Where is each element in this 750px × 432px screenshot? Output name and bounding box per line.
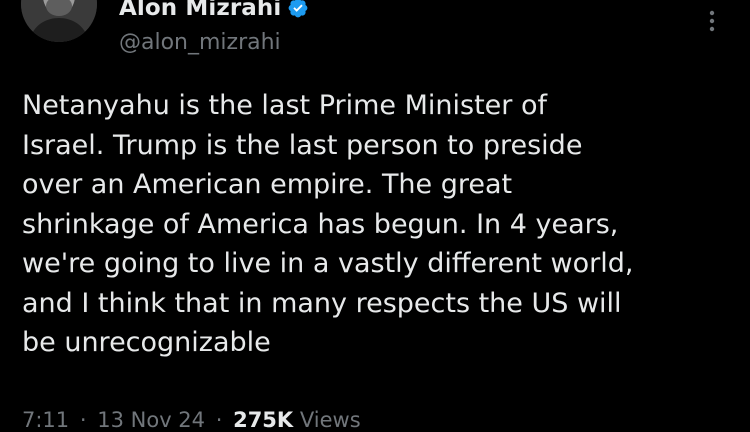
- views-label: Views: [299, 408, 361, 432]
- tweet-meta: 7:11 · 13 Nov 24 · 275K Views: [22, 408, 361, 432]
- tweet-text-line: be unrecognizable: [22, 327, 271, 358]
- meta-separator: ·: [215, 408, 223, 432]
- tweet-text-line: Netanyahu is the last Prime Minister of: [22, 90, 547, 121]
- tweet-text-line: Israel. Trump is the last person to pres…: [22, 129, 583, 161]
- tweet-text-line: shrinkage of America has begun. In 4 yea…: [22, 208, 619, 240]
- author-name-row: Alon Mizrahi: [119, 0, 309, 23]
- views-count[interactable]: 275K: [233, 408, 293, 432]
- avatar[interactable]: [21, 0, 97, 42]
- meta-separator: ·: [79, 408, 87, 432]
- verified-badge-icon[interactable]: [287, 0, 309, 19]
- tweet-time[interactable]: 7:11: [22, 408, 69, 432]
- tweet-text-line: we're going to live in a vastly differen…: [22, 248, 634, 279]
- tweet-text-line: and I think that in many respects the US…: [22, 287, 622, 319]
- author-handle[interactable]: @alon_mizrahi: [119, 30, 281, 55]
- tweet-card[interactable]: Alon Mizrahi @alon_mizrahi Netanyahu is …: [0, 0, 750, 432]
- tweet-text: Netanyahu is the last Prime Minister of …: [22, 86, 734, 363]
- tweet-date[interactable]: 13 Nov 24: [97, 408, 205, 432]
- more-vertical-icon[interactable]: [705, 8, 719, 38]
- tweet-text-line: over an American empire. The great: [22, 169, 513, 200]
- author-display-name[interactable]: Alon Mizrahi: [119, 0, 281, 21]
